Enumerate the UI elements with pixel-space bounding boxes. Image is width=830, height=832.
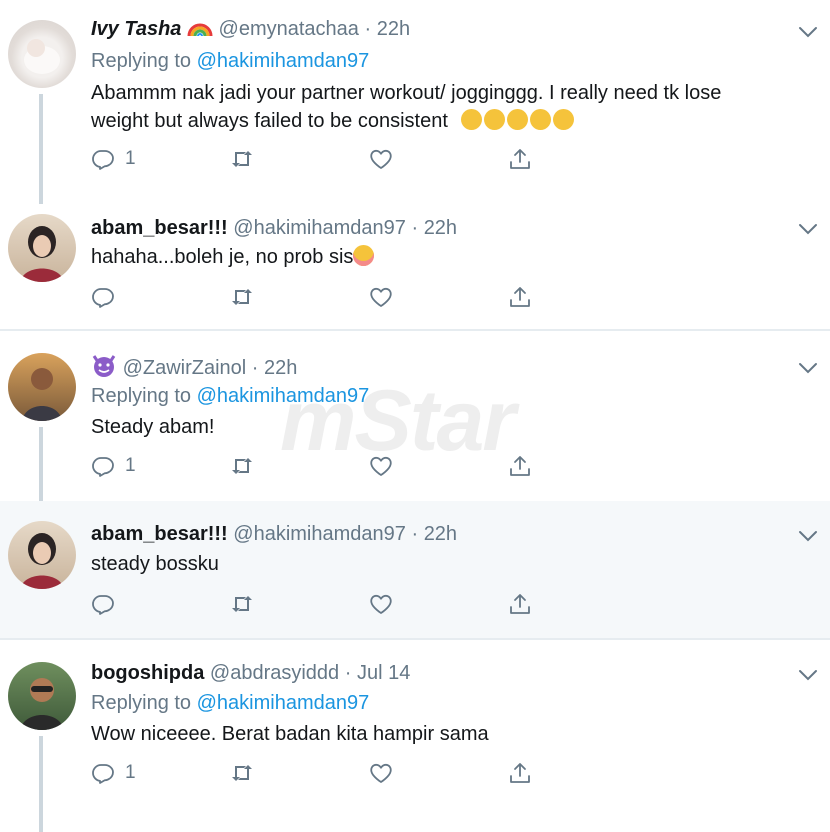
timestamp[interactable]: 22h [264,357,297,379]
share-icon [508,761,532,785]
tweet-actions: 1 [91,144,551,174]
reply-button[interactable] [91,282,115,312]
tweet-text: Wow niceeee. Berat badan kita hampir sam… [91,723,489,745]
smiling-devil-emoji-icon [91,355,123,379]
tweet-text: Abammm nak jadi your partner workout/ jo… [91,82,722,132]
mention-link[interactable]: @hakimihamdan97 [197,692,370,714]
avatar[interactable] [8,662,76,730]
handle[interactable]: @hakimihamdan97 [233,523,406,545]
share-button[interactable] [508,144,532,174]
heart-icon [369,454,393,478]
retweet-icon [230,761,254,785]
like-button[interactable] [369,451,393,481]
reply-button[interactable]: 1 [91,144,136,174]
tweet-bogoshipda[interactable]: bogoshipda @abdrasyiddd · Jul 14 Replyin… [0,640,830,832]
retweet-icon [230,147,254,171]
reply-button[interactable] [91,589,115,619]
retweet-button[interactable] [230,282,254,312]
mention-link[interactable]: @hakimihamdan97 [197,385,370,407]
share-icon [508,454,532,478]
heart-icon [369,761,393,785]
share-icon [508,285,532,309]
tweet-actions: 1 [91,451,551,481]
timestamp[interactable]: 22h [377,18,410,40]
retweet-icon [230,592,254,616]
share-icon [508,592,532,616]
handle[interactable]: @abdrasyiddd [210,662,339,684]
heart-icon [369,147,393,171]
timestamp[interactable]: 22h [424,217,457,239]
tweet-text: Steady abam! [91,416,215,438]
display-name[interactable]: bogoshipda [91,662,204,684]
reply-icon [91,592,115,616]
tweet-abam-besar-2[interactable]: abam_besar!!! @hakimihamdan97 · 22h stea… [0,501,830,638]
rainbow-emoji-icon [187,18,219,40]
chevron-down-icon[interactable] [798,222,818,234]
tweet-text: steady bossku [91,553,219,575]
like-button[interactable] [369,144,393,174]
tweet-actions [91,282,551,312]
reply-button[interactable]: 1 [91,758,136,788]
display-name[interactable]: Ivy Tasha [91,18,181,40]
handle[interactable]: @hakimihamdan97 [233,217,406,239]
reply-button[interactable]: 1 [91,451,136,481]
replying-to: Replying to @hakimihamdan97 [91,692,370,714]
chevron-down-icon[interactable] [798,25,818,37]
retweet-icon [230,454,254,478]
avatar[interactable] [8,214,76,282]
share-button[interactable] [508,758,532,788]
smiling-face-icon [353,245,375,266]
heart-icon [369,285,393,309]
retweet-button[interactable] [230,758,254,788]
share-icon [508,147,532,171]
tweet-actions: 1 [91,758,551,788]
chevron-down-icon[interactable] [798,529,818,541]
retweet-icon [230,285,254,309]
thread-connector [39,94,43,204]
share-button[interactable] [508,451,532,481]
tweet-abam-besar-1[interactable]: abam_besar!!! @hakimihamdan97 · 22h haha… [0,190,830,330]
reply-count: 1 [125,148,136,169]
retweet-button[interactable] [230,589,254,619]
reply-icon [91,761,115,785]
timestamp[interactable]: Jul 14 [357,662,410,684]
avatar[interactable] [8,20,76,88]
avatar[interactable] [8,521,76,589]
share-button[interactable] [508,282,532,312]
thread-connector [39,736,43,832]
disappointed-face-icon [461,109,576,132]
avatar[interactable] [8,353,76,421]
like-button[interactable] [369,589,393,619]
timestamp[interactable]: 22h [424,523,457,545]
tweet-zawir-zainol[interactable]: @ZawirZainol · 22h Replying to @hakimiha… [0,331,830,517]
handle[interactable]: @ZawirZainol [123,357,247,379]
replying-to: Replying to @hakimihamdan97 [91,385,370,407]
retweet-button[interactable] [230,451,254,481]
retweet-button[interactable] [230,144,254,174]
share-button[interactable] [508,589,532,619]
reply-count: 1 [125,762,136,783]
reply-icon [91,454,115,478]
handle[interactable]: @emynatachaa [219,18,359,40]
mention-link[interactable]: @hakimihamdan97 [197,50,370,72]
tweet-ivy-tasha[interactable]: Ivy Tasha @emynatachaa · 22h Replying to… [0,0,830,204]
reply-icon [91,285,115,309]
chevron-down-icon[interactable] [798,668,818,680]
display-name[interactable]: abam_besar!!! [91,523,228,545]
heart-icon [369,592,393,616]
reply-count: 1 [125,455,136,476]
tweet-text: hahaha...boleh je, no prob sis [91,243,791,271]
chevron-down-icon[interactable] [798,361,818,373]
display-name[interactable]: abam_besar!!! [91,217,228,239]
like-button[interactable] [369,758,393,788]
replying-to: Replying to @hakimihamdan97 [91,50,370,72]
reply-icon [91,147,115,171]
like-button[interactable] [369,282,393,312]
tweet-actions [91,589,551,619]
